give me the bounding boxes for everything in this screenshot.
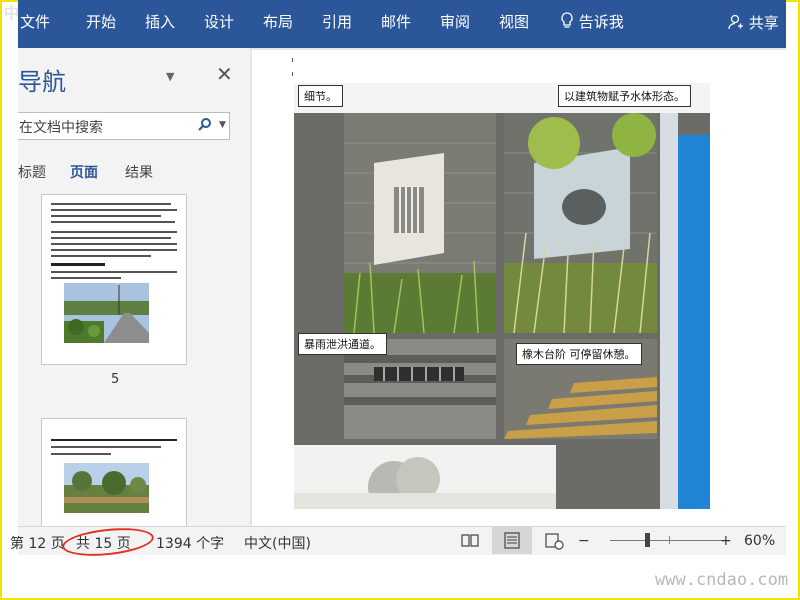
tab-view[interactable]: 视图: [499, 12, 529, 32]
zoom-level[interactable]: 60%: [744, 533, 775, 549]
page-thumbnail-5[interactable]: [41, 194, 187, 365]
page-indicator[interactable]: 第 12 页: [10, 533, 65, 553]
caption-stormwater: 暴雨泄洪通道。: [298, 333, 387, 355]
share-button[interactable]: 共享: [728, 12, 779, 33]
tab-references[interactable]: 引用: [322, 12, 352, 32]
zoom-slider-midpoint: [669, 536, 670, 544]
search-input[interactable]: 在文档中搜索: [19, 117, 103, 137]
nav-search-field[interactable]: 在文档中搜索 ▼: [18, 112, 230, 140]
zoom-slider[interactable]: [610, 540, 730, 541]
book-icon: [461, 534, 479, 547]
tab-layout[interactable]: 布局: [263, 12, 293, 32]
tell-me-box[interactable]: 告诉我: [560, 12, 624, 32]
watermark-bottom: www.cndao.com: [655, 570, 789, 590]
read-mode-button[interactable]: [450, 527, 490, 554]
lightbulb-icon: [561, 12, 573, 28]
document-canvas[interactable]: 细节。 以建筑物赋予水体形态。 暴雨泄洪通道。 橡木台阶 可停留休憩。: [250, 48, 786, 526]
nav-options-chevron-icon[interactable]: ▼: [166, 70, 174, 83]
tab-mailings[interactable]: 邮件: [381, 12, 411, 32]
print-layout-button[interactable]: [492, 527, 532, 554]
tab-pages[interactable]: 页面: [70, 162, 98, 182]
web-layout-button[interactable]: [534, 527, 574, 554]
status-bar: 第 12 页 共 15 页 1394 个字 中文(中国) − + 60%: [10, 524, 786, 560]
web-layout-icon: [545, 533, 564, 550]
tab-file[interactable]: 文件: [20, 12, 50, 32]
share-label: 共享: [748, 14, 779, 32]
caption-oak-steps: 橡木台阶 可停留休憩。: [516, 343, 642, 365]
nav-pane-title: 导航: [18, 68, 66, 96]
document-page[interactable]: 细节。 以建筑物赋予水体形态。 暴雨泄洪通道。 橡木台阶 可停留休憩。: [252, 50, 786, 526]
tab-review[interactable]: 审阅: [440, 12, 470, 32]
tab-design[interactable]: 设计: [204, 12, 234, 32]
search-icon[interactable]: [197, 117, 213, 133]
close-icon[interactable]: ✕: [216, 62, 233, 86]
tab-insert[interactable]: 插入: [145, 12, 175, 32]
ribbon-tab-bar: 文件 开始 插入 设计 布局 引用 邮件 审阅 视图 告诉我 共享: [18, 0, 786, 48]
page-layout-icon: [504, 532, 520, 549]
thumbnail-photo: [64, 283, 149, 343]
tab-results[interactable]: 结果: [125, 162, 153, 182]
tab-headings[interactable]: 标题: [18, 162, 46, 182]
word-count[interactable]: 1394 个字: [156, 533, 224, 553]
search-options-chevron-icon[interactable]: ▼: [219, 120, 226, 130]
thumbnail-photo: [64, 463, 149, 513]
zoom-slider-thumb[interactable]: [645, 533, 650, 547]
tab-home[interactable]: 开始: [86, 12, 116, 32]
zoom-out-button[interactable]: −: [578, 533, 590, 549]
photo-collage-image: [294, 83, 710, 509]
caption-detail: 细节。: [298, 85, 343, 107]
page-thumbnail-number: 5: [111, 372, 120, 387]
zoom-in-button[interactable]: +: [720, 533, 732, 549]
landscape-photo-collage[interactable]: 细节。 以建筑物赋予水体形态。 暴雨泄洪通道。 橡木台阶 可停留休憩。: [294, 83, 710, 509]
tell-me-label: 告诉我: [578, 13, 624, 31]
red-highlight-circle: [60, 524, 156, 560]
navigation-pane: 导航 ▼ ✕ 在文档中搜索 ▼ 标题 页面 结果 5: [18, 48, 250, 526]
page-thumbnail-6[interactable]: [41, 418, 187, 526]
language-indicator[interactable]: 中文(中国): [244, 533, 311, 553]
person-icon: [728, 14, 743, 30]
caption-building-form: 以建筑物赋予水体形态。: [558, 85, 691, 107]
